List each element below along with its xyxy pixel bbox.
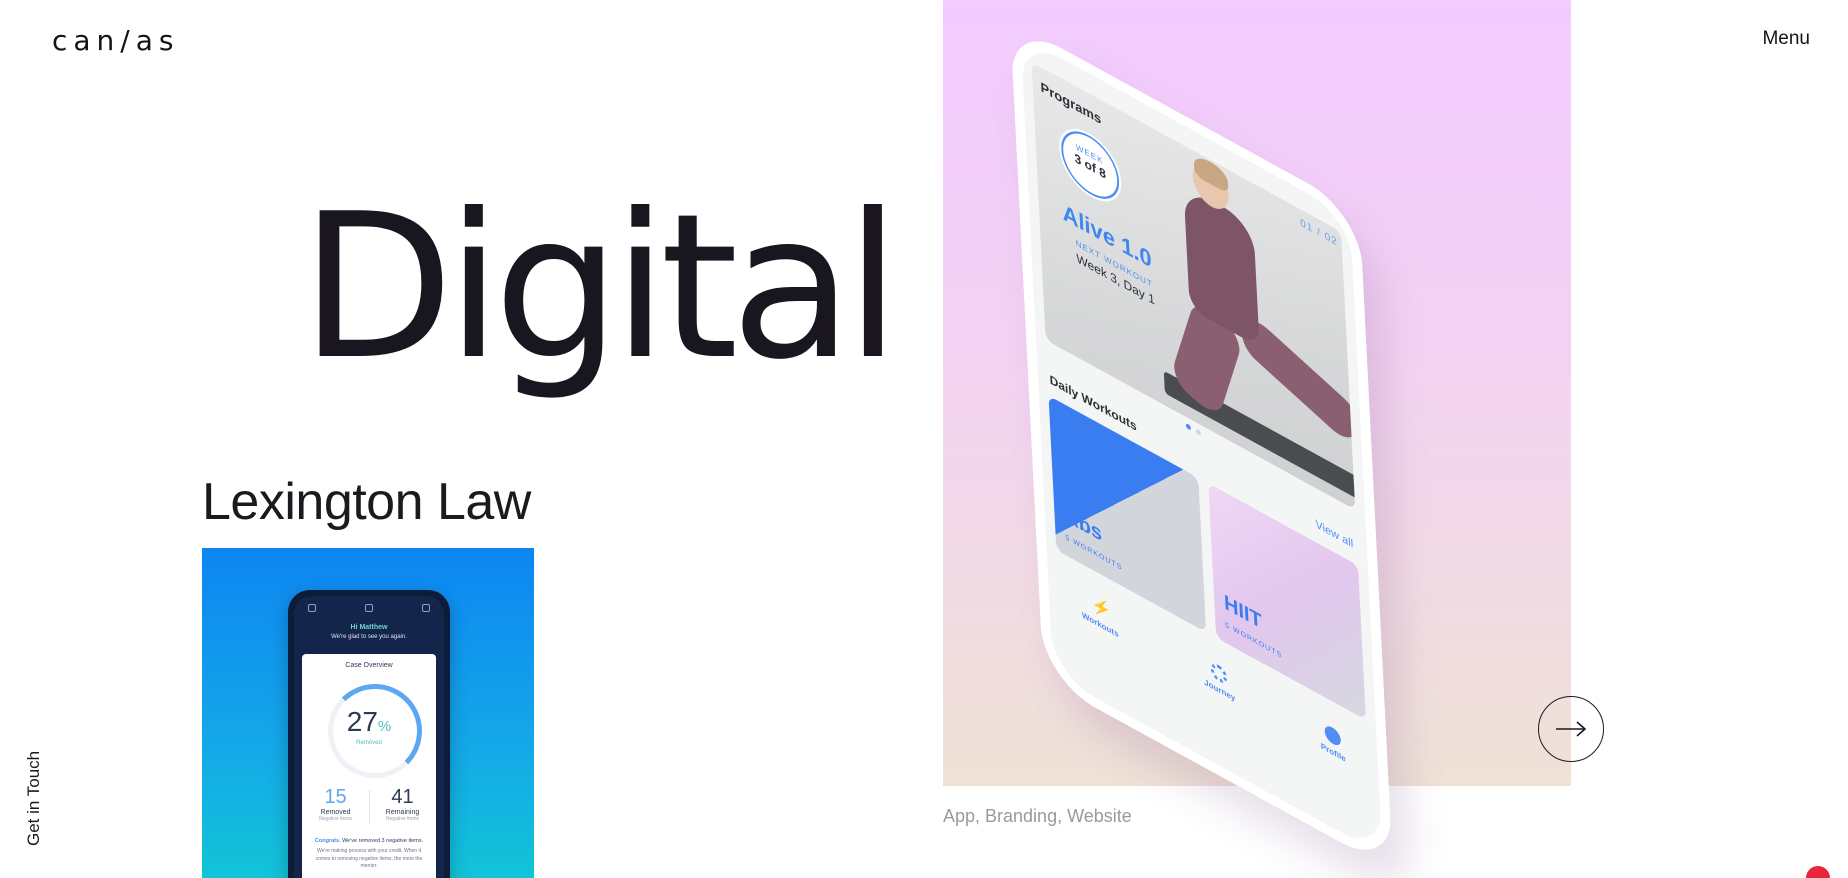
percent-label: Removed [356, 740, 382, 746]
congrats-rest: We've removed 3 negative items. [342, 838, 424, 844]
congrats-message: Congrats. We've removed 3 negative items… [302, 838, 436, 844]
chat-bubble-icon[interactable] [1806, 866, 1830, 878]
percent-value: 27% [302, 706, 436, 738]
stat-remaining-sub: Negative items [385, 816, 420, 822]
thumb-phone-screen: Hi Matthew We're glad to see you again. … [294, 596, 444, 878]
feature-project-panel[interactable] [943, 0, 1571, 786]
hero-clip: Digital Pr [0, 0, 943, 430]
case-overview-title: Case Overview [345, 662, 393, 669]
home-icon [308, 604, 316, 612]
hero-title: Digital Pr [300, 171, 943, 404]
stat-remaining: 41 Remaining Negative items [369, 786, 436, 822]
stat-removed: 15 Removed Negative items [302, 786, 369, 822]
percent-sign: % [377, 718, 392, 735]
project-title[interactable]: Lexington Law [202, 472, 531, 532]
project-thumbnail[interactable]: Hi Matthew We're glad to see you again. … [202, 548, 534, 878]
thumb-phone-topbar [308, 604, 430, 612]
thumb-greeting: Hi Matthew [350, 624, 388, 631]
get-in-touch-link[interactable]: Get in Touch [24, 751, 44, 846]
congrats-highlight: Congrats. [314, 838, 341, 844]
thumb-subtitle: We're glad to see you again. [331, 634, 407, 640]
close-icon [422, 604, 430, 612]
stat-removed-sub: Negative items [318, 816, 353, 822]
stat-remaining-value: 41 [391, 786, 414, 808]
congrats-body: We're making process with your credit. W… [315, 848, 423, 869]
percent-number: 27 [346, 706, 378, 737]
next-project-button[interactable] [1538, 696, 1604, 762]
stat-remaining-label: Remaining [385, 809, 420, 816]
stat-removed-value: 15 [324, 786, 347, 808]
stat-removed-label: Removed [320, 809, 351, 816]
doc-icon [365, 604, 373, 612]
arrow-right-icon [1556, 721, 1587, 737]
project-tags: App, Branding, Website [943, 806, 1132, 826]
case-overview-card: Case Overview 27% Removed 15 Removed Neg… [302, 654, 436, 878]
thumb-phone-mockup: Hi Matthew We're glad to see you again. … [288, 590, 450, 878]
menu-button[interactable]: Menu [1762, 28, 1810, 50]
